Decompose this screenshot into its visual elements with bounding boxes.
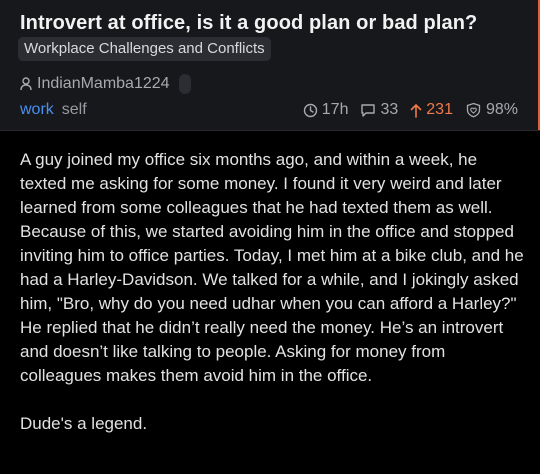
tag-self[interactable]: self: [62, 101, 87, 119]
user-icon: [20, 77, 32, 91]
post-title[interactable]: Introvert at office, is it a good plan o…: [20, 12, 477, 35]
comments-count: 33: [380, 101, 399, 118]
upvotes-count: 231: [426, 101, 453, 118]
post-header: Introvert at office, is it a good plan o…: [0, 0, 540, 131]
author-badge: [178, 74, 191, 94]
stat-age: 17h: [303, 101, 349, 119]
tag-work[interactable]: work: [20, 101, 54, 119]
stat-upvotes[interactable]: 231: [410, 101, 453, 119]
upvote-ratio: 98%: [485, 101, 518, 118]
post-flair[interactable]: Workplace Challenges and Conflicts: [18, 37, 271, 61]
age-value: 17h: [321, 101, 349, 118]
heart-shield-icon: [465, 102, 482, 118]
comment-icon: [360, 103, 376, 118]
stat-ratio: 98%: [465, 101, 518, 119]
stat-comments[interactable]: 33: [360, 101, 398, 119]
body-paragraph: A guy joined my office six months ago, a…: [20, 150, 524, 385]
author-name[interactable]: IndianMamba1224: [37, 75, 170, 93]
post-stats: 17h 33 231 98%: [303, 100, 518, 120]
author-row[interactable]: IndianMamba1224: [20, 74, 191, 94]
post-body: A guy joined my office six months ago, a…: [20, 148, 524, 436]
clock-icon: [303, 103, 318, 118]
post-tags: work self: [20, 100, 87, 120]
body-paragraph: Dude's a legend.: [20, 414, 148, 433]
arrow-up-icon: [410, 103, 422, 118]
